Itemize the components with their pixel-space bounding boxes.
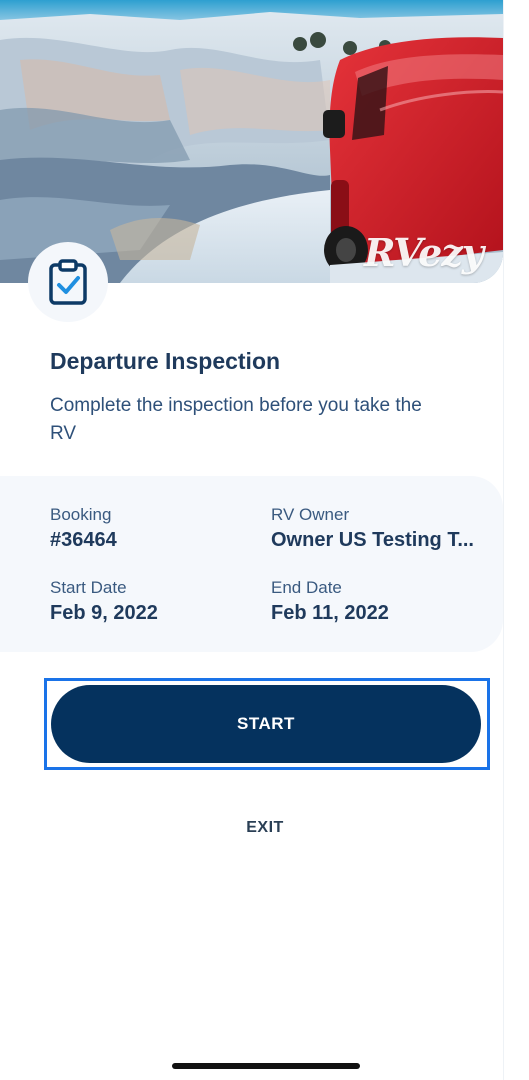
start-date-value: Feb 9, 2022 xyxy=(50,602,158,624)
hero-image: RVezy xyxy=(0,0,503,283)
booking-value: #36464 xyxy=(50,529,117,551)
rvezy-watermark: RVezy xyxy=(363,230,484,275)
page-edge xyxy=(503,0,529,1080)
home-indicator[interactable] xyxy=(172,1063,360,1069)
rv-owner-value: Owner US Testing T... xyxy=(271,529,474,551)
exit-button[interactable]: EXIT xyxy=(215,810,315,846)
booking-details-card: Booking #36464 RV Owner Owner US Testing… xyxy=(0,476,503,652)
clipboard-check-icon xyxy=(49,259,87,305)
rv-owner-label: RV Owner xyxy=(271,505,350,524)
page-title: Departure Inspection xyxy=(50,348,281,374)
end-date-label: End Date xyxy=(271,578,342,597)
page-subtitle: Complete the inspection before you take … xyxy=(50,395,422,444)
start-date-label: Start Date xyxy=(50,578,127,597)
inspection-badge xyxy=(28,242,108,322)
booking-label: Booking xyxy=(50,505,112,524)
start-button[interactable]: START xyxy=(51,685,481,763)
end-date-value: Feb 11, 2022 xyxy=(271,602,389,624)
